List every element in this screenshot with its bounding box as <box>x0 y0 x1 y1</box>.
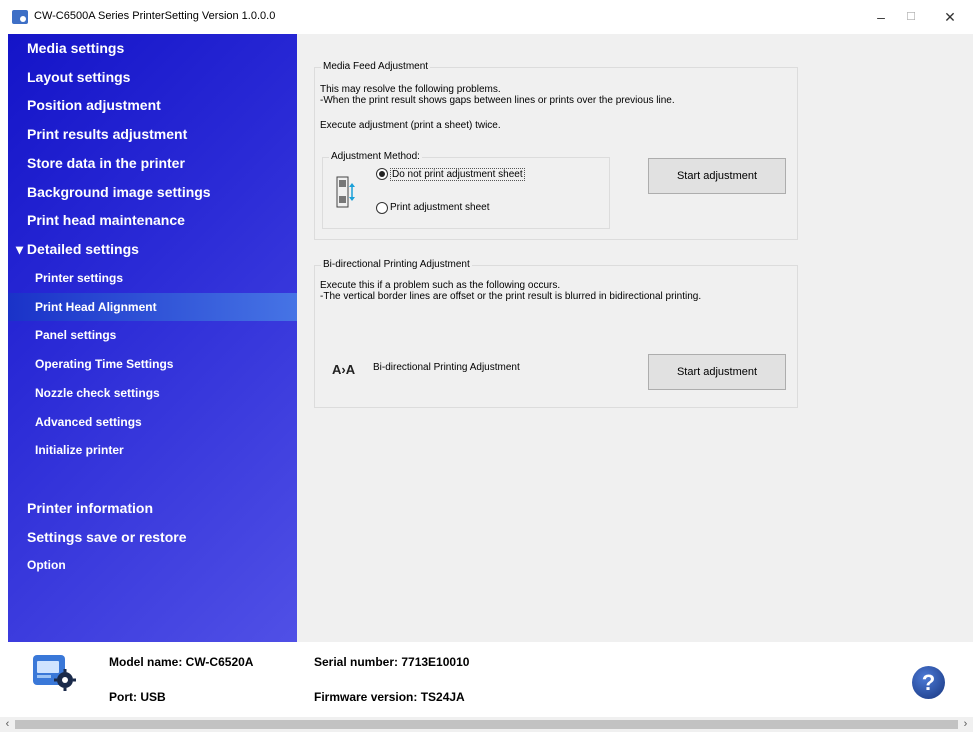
start-adjustment-button-media-feed[interactable]: Start adjustment <box>648 158 786 194</box>
footer: Model name: CW-C6520A Port: USB Serial n… <box>8 642 973 717</box>
sidebar-item-media-settings[interactable]: Media settings <box>8 34 316 62</box>
scroll-thumb[interactable] <box>15 720 958 729</box>
start-adjustment-button-bidirectional[interactable]: Start adjustment <box>648 354 786 390</box>
scroll-right-arrow[interactable]: › <box>958 717 973 732</box>
printer-settings-icon <box>32 653 76 693</box>
sidebar-item-print-head-maintenance[interactable]: Print head maintenance <box>8 206 316 234</box>
media-feed-title: Media Feed Adjustment <box>321 61 431 72</box>
window-title: CW-C6500A Series PrinterSetting Version … <box>34 10 276 22</box>
radio-do-not-print-label[interactable]: Do not print adjustment sheet <box>390 168 525 181</box>
sidebar-item-printer-settings[interactable]: Printer settings <box>8 264 324 292</box>
adjustment-method-group: Adjustment Method: Do not print adjustme… <box>322 151 610 229</box>
main-panel: Media Feed Adjustment This may resolve t… <box>297 34 973 642</box>
media-feed-desc-2: -When the print result shows gaps betwee… <box>320 95 675 106</box>
app-icon <box>12 10 28 24</box>
bidirectional-group: Bi-directional Printing Adjustment Execu… <box>314 259 798 408</box>
close-button[interactable]: ✕ <box>927 0 973 34</box>
bidirectional-desc-1: Execute this if a problem such as the fo… <box>320 280 561 291</box>
title-bar: CW-C6500A Series PrinterSetting Version … <box>0 0 973 34</box>
sidebar-item-print-head-alignment[interactable]: Print Head Alignment <box>8 293 324 321</box>
scroll-left-arrow[interactable]: ‹ <box>0 717 15 732</box>
sidebar-item-position-adjustment[interactable]: Position adjustment <box>8 91 316 119</box>
port: Port: USB <box>109 690 166 704</box>
bidirectional-label: Bi-directional Printing Adjustment <box>373 362 520 373</box>
sidebar-item-option[interactable]: Option <box>8 551 316 579</box>
sidebar: Media settings Layout settings Position … <box>8 34 324 642</box>
sidebar-item-detailed-settings[interactable]: ▾ Detailed settings <box>8 235 305 263</box>
sidebar-item-operating-time[interactable]: Operating Time Settings <box>8 350 324 378</box>
sidebar-item-settings-save-restore[interactable]: Settings save or restore <box>8 523 316 551</box>
help-icon[interactable]: ? <box>912 666 945 699</box>
sidebar-item-layout-settings[interactable]: Layout settings <box>8 63 316 91</box>
radio-print-sheet[interactable] <box>376 202 388 214</box>
sidebar-item-background-image[interactable]: Background image settings <box>8 178 316 206</box>
model-name: Model name: CW-C6520A <box>109 655 254 669</box>
sidebar-item-panel-settings[interactable]: Panel settings <box>8 321 324 349</box>
sidebar-item-initialize-printer[interactable]: Initialize printer <box>8 436 324 464</box>
sidebar-item-store-data[interactable]: Store data in the printer <box>8 149 316 177</box>
sidebar-item-nozzle-check[interactable]: Nozzle check settings <box>8 379 324 407</box>
media-feed-icon <box>336 176 356 208</box>
media-feed-group: Media Feed Adjustment This may resolve t… <box>314 61 798 240</box>
media-feed-desc-3: Execute adjustment (print a sheet) twice… <box>320 120 501 131</box>
sidebar-item-print-results-adjustment[interactable]: Print results adjustment <box>8 120 316 148</box>
radio-do-not-print[interactable] <box>376 168 388 180</box>
horizontal-scrollbar[interactable]: ‹ › <box>0 717 973 732</box>
firmware-version: Firmware version: TS24JA <box>314 690 465 704</box>
bidirectional-desc-2: -The vertical border lines are offset or… <box>320 291 702 302</box>
sidebar-item-advanced-settings[interactable]: Advanced settings <box>8 408 324 436</box>
bidirectional-icon: A›A <box>332 362 356 377</box>
serial-number: Serial number: 7713E10010 <box>314 655 470 669</box>
radio-print-sheet-label[interactable]: Print adjustment sheet <box>390 202 490 213</box>
adjustment-method-title: Adjustment Method: <box>329 151 422 162</box>
bidirectional-title: Bi-directional Printing Adjustment <box>321 259 472 270</box>
sidebar-item-printer-information[interactable]: Printer information <box>8 494 316 522</box>
media-feed-desc-1: This may resolve the following problems. <box>320 84 501 95</box>
